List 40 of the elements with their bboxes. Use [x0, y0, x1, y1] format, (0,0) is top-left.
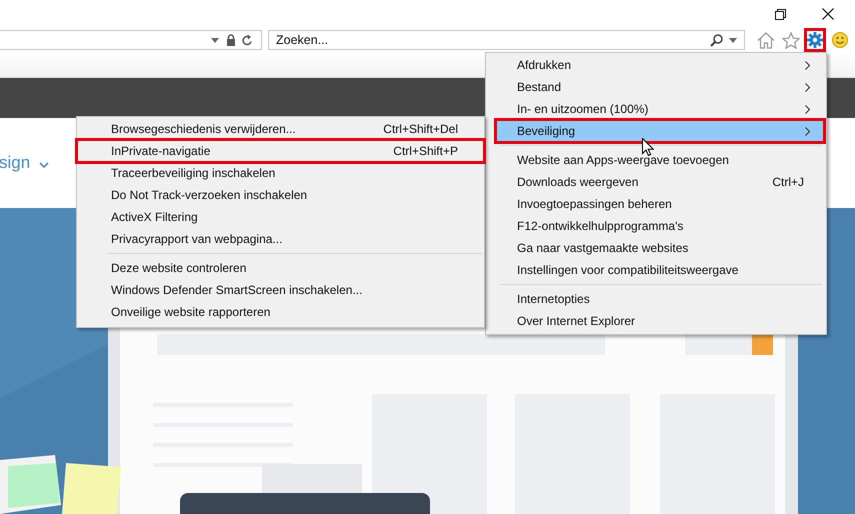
menu-item[interactable]: Afdrukken	[496, 54, 824, 76]
search-icon	[710, 34, 723, 46]
address-field[interactable]	[0, 30, 262, 50]
settings-icon	[807, 32, 823, 48]
menu-item[interactable]: Invoegtoepassingen beheren	[496, 193, 824, 215]
shortcut-label: Ctrl+Shift+Del	[383, 122, 459, 136]
star-icon[interactable]	[782, 32, 800, 48]
menu-item[interactable]: F12-ontwikkelhulpprogramma's	[496, 215, 824, 237]
menu-item[interactable]: Traceerbeveiliging inschakelen	[77, 162, 484, 184]
lock-icon	[226, 34, 236, 46]
menu-item[interactable]: Browsegeschiedenis verwijderen... Ctrl+Shift+Del	[77, 118, 484, 140]
menu-item[interactable]: Bestand	[496, 76, 824, 98]
close-icon[interactable]	[822, 8, 834, 20]
menu-item[interactable]: Over Internet Explorer	[496, 310, 824, 332]
refresh-icon[interactable]	[242, 34, 253, 46]
menu-item[interactable]: Internetopties	[496, 288, 824, 310]
shortcut-label: Ctrl+J	[772, 175, 805, 189]
menu-item[interactable]: Website aan Apps-weergave toevoegen	[496, 149, 824, 171]
search-input[interactable]: Zoeken...	[269, 33, 710, 47]
shortcut-label: Ctrl+Shift+P	[393, 144, 459, 158]
menu-item[interactable]: In- en uitzoomen (100%)	[496, 98, 824, 120]
menu-item[interactable]: Instellingen voor compatibiliteitsweergave	[496, 259, 824, 281]
menu-item[interactable]: Ga naar vastgemaakte websites	[496, 237, 824, 259]
menu-item[interactable]: Beveiliging	[496, 120, 824, 142]
dropdown-icon	[729, 38, 737, 42]
restore-icon[interactable]	[775, 8, 786, 20]
chevron-icon	[39, 162, 50, 168]
menu-item[interactable]: InPrivate-navigatie Ctrl+Shift+P	[77, 140, 484, 162]
menu-item[interactable]: Privacyrapport van webpagina...	[77, 228, 484, 250]
search-field[interactable]: Zoeken...	[268, 30, 745, 50]
menu-item[interactable]: Do Not Track-verzoeken inschakelen	[77, 184, 484, 206]
menu-item[interactable]: Onveilige website rapporteren	[77, 301, 484, 323]
smiley-icon[interactable]	[832, 32, 848, 48]
menu-item[interactable]: Downloads weergeven Ctrl+J	[496, 171, 824, 193]
menu-item[interactable]: ActiveX Filtering	[77, 206, 484, 228]
home-icon[interactable]	[757, 32, 775, 48]
dropdown-icon	[211, 38, 219, 42]
menu-item[interactable]: Deze website controleren	[77, 257, 484, 279]
menu-item[interactable]: Windows Defender SmartScreen inschakelen...	[77, 279, 484, 301]
cursor-icon	[642, 138, 654, 156]
